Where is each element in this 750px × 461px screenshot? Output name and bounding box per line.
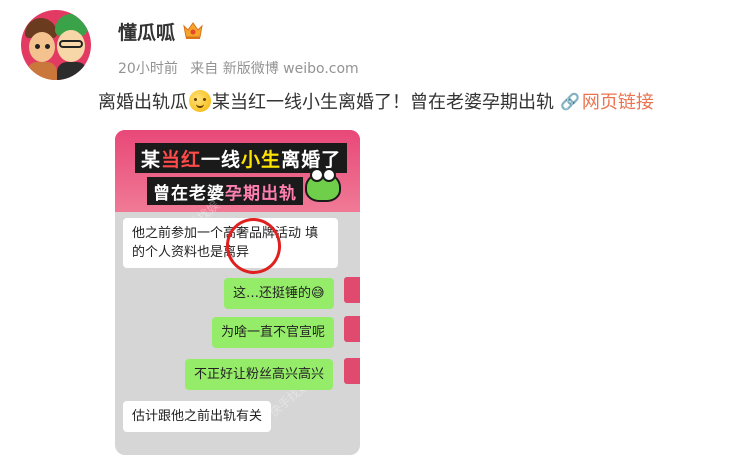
post-time[interactable]: 20小时前: [118, 61, 178, 77]
username[interactable]: 懂瓜呱: [118, 18, 175, 45]
chat-message: 估计跟他之前出轨有关: [123, 401, 272, 432]
title-word: 孕期出轨: [225, 184, 297, 204]
chat-avatar: [344, 316, 360, 342]
title-word: 某: [141, 149, 162, 171]
image-title-line2: 曾在老婆孕期出轨: [147, 177, 303, 205]
title-word: 小生: [241, 149, 282, 171]
post-image[interactable]: 某当红一线小生离婚了 曾在老婆孕期出轨 快手找娱 快手找娱 他之前参加一个高奢品…: [115, 130, 360, 455]
avatar-body-right: [57, 62, 87, 80]
title-word: 一线: [201, 149, 242, 171]
post-source: 来自 新版微博 weibo.com: [190, 61, 359, 77]
post-text-part1: 离婚出轨瓜: [98, 92, 188, 113]
avatar-eye: [35, 44, 40, 49]
avatar-glasses: [59, 40, 83, 48]
title-word: 当红: [161, 149, 202, 171]
post-text-part2: 某当红一线小生离婚了！曾在老婆孕期出轨: [212, 92, 554, 113]
crown-badge-icon[interactable]: [182, 20, 204, 40]
chat-message: 这…还挺锤的😅: [224, 278, 334, 309]
frog-sticker-icon: [305, 168, 341, 202]
avatar-eye: [45, 44, 50, 49]
chat-avatar: [344, 358, 360, 384]
link-icon: 🔗: [560, 91, 580, 111]
avatar-face-left: [29, 32, 55, 62]
hush-emoji-icon: [189, 90, 211, 112]
user-avatar[interactable]: [21, 10, 91, 80]
avatar-body-left: [27, 62, 57, 80]
web-link[interactable]: 网页链接: [582, 88, 654, 114]
chat-message: 不正好让粉丝高兴高兴: [185, 359, 334, 390]
chat-avatar: [344, 277, 360, 303]
chat-message: 为啥一直不官宣呢: [212, 317, 335, 348]
title-word: 离婚了: [281, 149, 342, 171]
post-meta: 20小时前 来自 新版微博 weibo.com: [118, 58, 367, 78]
post-text: 离婚出轨瓜 某当红一线小生离婚了！曾在老婆孕期出轨 🔗 网页链接: [98, 88, 654, 114]
